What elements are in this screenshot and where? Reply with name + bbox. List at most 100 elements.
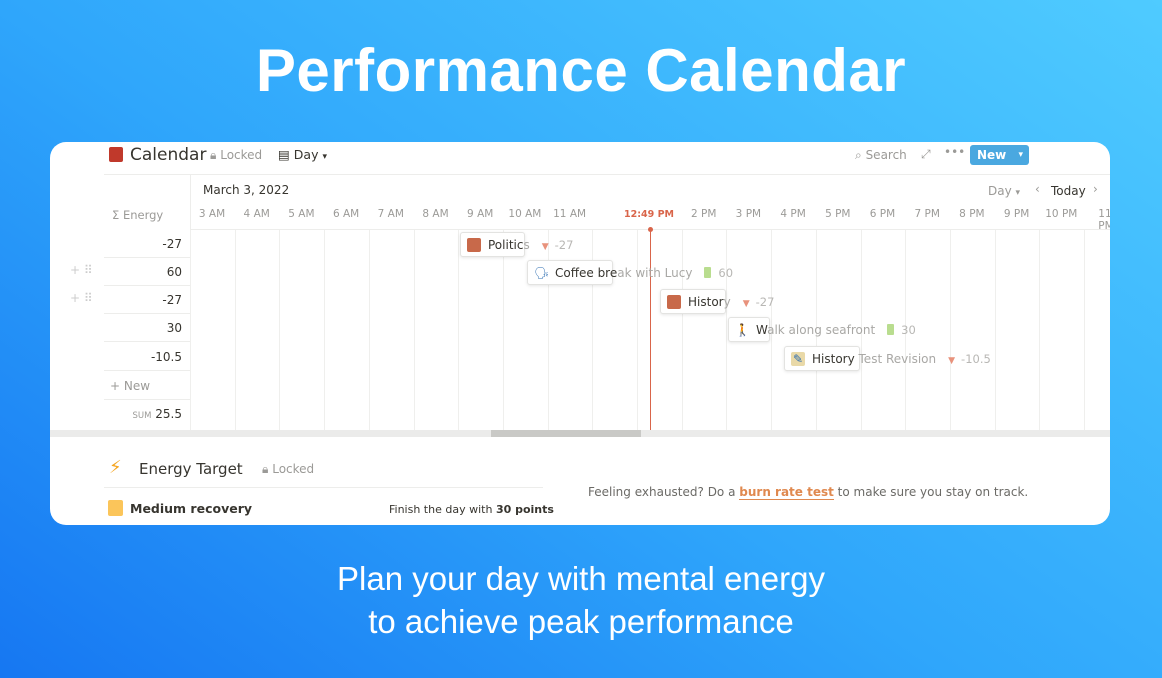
event-energy: 30 — [887, 323, 916, 337]
chevron-down-icon: ▾ — [322, 152, 327, 162]
calendar-icon — [109, 147, 123, 162]
expand-icon[interactable]: ⤢ — [921, 147, 931, 162]
energy-target-title: Energy Target — [139, 460, 243, 478]
battery-icon — [704, 266, 712, 278]
hour-gridline — [234, 230, 236, 430]
calendar-event[interactable]: 🗣 Coffee break with Lucy 60 — [527, 260, 733, 285]
energy-cell[interactable]: -27 — [104, 230, 190, 258]
event-energy: 60 — [704, 266, 733, 280]
energy-column-header: Σ Energy — [112, 208, 164, 222]
book-icon — [667, 294, 681, 309]
hour-label: 3 AM — [198, 208, 226, 220]
energy-cell[interactable]: -27 — [104, 286, 190, 314]
hour-label: 2 PM — [690, 208, 717, 220]
timeline-view-selector[interactable]: Day ▾ — [988, 184, 1020, 198]
hero-title: Performance Calendar — [255, 37, 907, 104]
drain-triangle-icon: ▼ — [948, 355, 956, 366]
burn-rate-test-link[interactable]: burn rate test — [739, 485, 834, 500]
today-button[interactable]: Today — [1051, 184, 1086, 198]
list-icon: ▤ — [278, 147, 290, 162]
locked-badge: 🔒︎ Locked — [262, 462, 315, 476]
event-title: Politics — [488, 237, 530, 252]
hour-label: 7 AM — [377, 208, 404, 220]
calendar-card: Calendar 🔒︎ Locked ▤ Day ▾ ⌕ Search ⤢ ••… — [50, 142, 1110, 525]
event-title: Walk along seafront — [756, 322, 876, 337]
hour-label: 11 AM — [553, 208, 587, 220]
add-row-icon[interactable]: + ⠿ — [70, 291, 93, 305]
calendar-event[interactable]: ✎ History Test Revision ▼ -10.5 — [784, 346, 991, 371]
locked-badge: 🔒︎ Locked — [210, 148, 263, 162]
new-row-button[interactable]: + New — [104, 372, 190, 400]
next-button[interactable]: › — [1093, 182, 1098, 196]
hour-gridline — [413, 230, 415, 430]
hour-gridline — [458, 230, 460, 430]
hour-label: 9 PM — [1003, 208, 1030, 220]
lock-icon: 🔒︎ — [210, 148, 217, 162]
hour-label: 8 PM — [959, 208, 985, 220]
page-title: Calendar — [130, 145, 207, 165]
new-button[interactable]: New ▾ — [970, 145, 1029, 165]
event-energy: ▼ -27 — [742, 294, 775, 309]
calendar-event[interactable]: Politics ▼ -27 — [460, 232, 573, 257]
hour-gridline — [502, 230, 504, 430]
hour-label: 10 PM — [1045, 208, 1078, 220]
drain-triangle-icon: ▼ — [742, 298, 750, 309]
event-title: History — [688, 294, 731, 309]
current-time-dot — [648, 227, 653, 232]
add-row-icon[interactable]: + ⠿ — [70, 263, 93, 277]
energy-cell[interactable]: 30 — [104, 314, 190, 342]
book-icon — [467, 237, 481, 252]
energy-level[interactable]: Medium recovery — [130, 501, 252, 516]
sigma-icon: Σ — [112, 208, 120, 222]
walking-person-icon: 🚶 — [735, 322, 750, 337]
hour-gridline — [368, 230, 370, 430]
speaking-head-icon: 🗣 — [534, 265, 550, 280]
hour-label: 6 AM — [332, 208, 360, 220]
hour-label: 7 PM — [914, 208, 940, 220]
hour-label: 9 AM — [467, 208, 494, 220]
lightning-icon: ⚡ — [109, 457, 122, 478]
previous-button[interactable]: ‹ — [1035, 182, 1040, 196]
energy-sum: SUM 25.5 — [132, 407, 183, 421]
hero-subtitle-line2: to achieve peak performance — [368, 603, 794, 640]
hour-label: 4 AM — [243, 208, 270, 220]
event-title: History Test Revision — [812, 351, 937, 366]
energy-goal: Finish the day with 30 points — [389, 503, 554, 516]
current-time-label: 12:49 PM — [624, 209, 674, 220]
hour-label: 6 PM — [869, 208, 896, 220]
calendar-event[interactable]: History ▼ -27 — [660, 289, 774, 314]
hour-gridline — [190, 230, 191, 430]
calendar-event[interactable]: 🚶 Walk along seafront 30 — [728, 317, 916, 342]
scrollbar-thumb[interactable] — [491, 430, 641, 437]
hour-gridline — [1039, 230, 1041, 430]
plus-icon: + — [110, 379, 121, 393]
hour-label: 5 PM — [825, 208, 851, 220]
memo-icon: ✎ — [791, 351, 805, 366]
battery-icon — [887, 323, 895, 335]
search-button[interactable]: ⌕ Search — [855, 148, 907, 163]
search-icon: ⌕ — [855, 148, 862, 162]
energy-tip: Feeling exhausted? Do a burn rate test t… — [588, 485, 1029, 500]
hero-subtitle-line1: Plan your day with mental energy — [337, 560, 825, 597]
event-energy: ▼ -10.5 — [948, 351, 991, 366]
energy-cell[interactable]: 60 — [104, 258, 190, 286]
view-selector[interactable]: ▤ Day ▾ — [278, 147, 327, 162]
timeline-date: March 3, 2022 — [203, 183, 290, 197]
hour-gridline — [949, 230, 951, 430]
event-energy: ▼ -27 — [541, 237, 574, 252]
hour-label: 3 PM — [735, 208, 762, 220]
hour-gridline — [994, 230, 996, 430]
hour-gridline — [1084, 230, 1085, 430]
hour-gridline — [324, 230, 326, 430]
chevron-down-icon: ▾ — [1015, 188, 1021, 198]
more-icon[interactable]: ••• — [944, 145, 965, 159]
hour-label: 10 AM — [508, 208, 542, 220]
hour-label: 5 AM — [288, 208, 315, 220]
energy-cell[interactable]: -10.5 — [104, 343, 190, 371]
lock-icon: 🔒︎ — [262, 462, 269, 476]
drain-triangle-icon: ▼ — [541, 241, 549, 252]
chevron-down-icon[interactable]: ▾ — [1018, 145, 1023, 165]
medium-recovery-icon — [108, 500, 123, 516]
event-title: Coffee break with Lucy — [555, 265, 693, 280]
hour-label: 4 PM — [780, 208, 806, 220]
